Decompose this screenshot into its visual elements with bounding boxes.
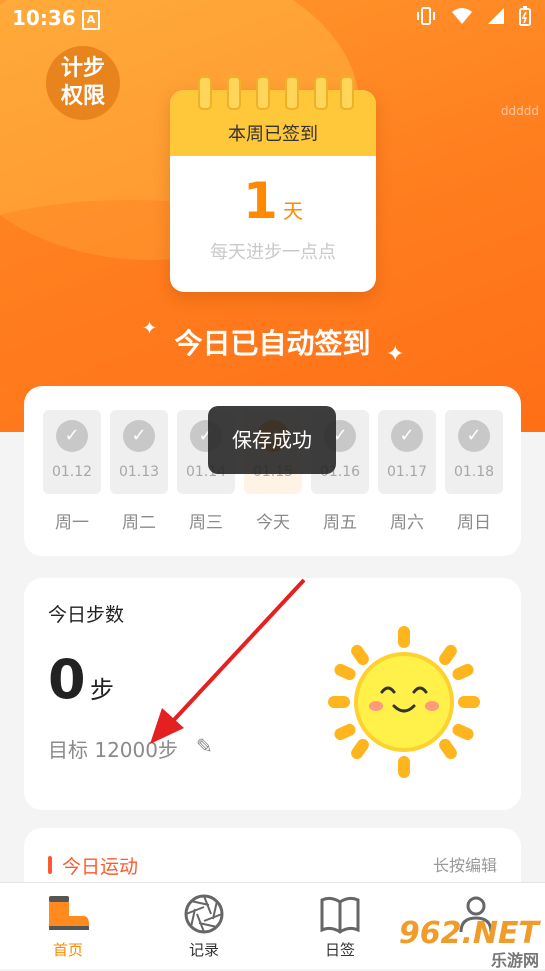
aperture-icon: [184, 894, 224, 934]
edit-pencil-icon[interactable]: ✎: [196, 734, 213, 758]
calendar-ring-icon: [340, 76, 354, 110]
battery-icon: [519, 6, 531, 26]
check-icon: ✓: [56, 420, 88, 452]
day-cell[interactable]: ✓ 01.13: [110, 410, 168, 494]
signin-calendar-card: 本周已签到 1 天 每天进步一点点: [170, 76, 376, 292]
long-press-edit-hint[interactable]: 长按编辑: [433, 852, 497, 876]
signed-days-count: 1: [243, 172, 278, 230]
steps-unit: 步: [90, 676, 114, 704]
weekday-label: 周三: [189, 513, 223, 533]
auto-signed-text: 今日已自动签到: [174, 327, 371, 360]
app-notification-icon: A: [82, 10, 100, 30]
day-cell[interactable]: ✓ 01.12: [43, 410, 101, 494]
sport-title: 今日运动: [62, 856, 139, 878]
nav-label: 首页: [52, 941, 83, 959]
status-icons: [415, 6, 531, 26]
watermark-brand: 962.NET: [398, 916, 539, 951]
calendar-ring-icon: [285, 76, 299, 110]
day-date: 01.13: [118, 464, 160, 480]
weekday-label: 周二: [122, 513, 156, 533]
check-icon: ✓: [123, 420, 155, 452]
steps-title: 今日步数: [48, 604, 125, 626]
nav-item-home[interactable]: 首页: [28, 891, 108, 960]
weekday-label: 周五: [323, 513, 357, 533]
nav-label: 记录: [188, 941, 219, 959]
step-permission-button[interactable]: 计步 权限: [46, 46, 120, 120]
toast-message: 保存成功: [208, 406, 336, 474]
nav-label: 日签: [324, 941, 355, 959]
watermark-logo: 962.NET 乐游网: [399, 916, 539, 971]
corner-faint-text: ddddd: [500, 104, 539, 118]
sun-icon: [328, 626, 480, 778]
check-icon: ✓: [458, 420, 490, 452]
permission-label: 计步 权限: [60, 56, 105, 109]
steps-goal[interactable]: 目标 12000步: [48, 734, 178, 763]
day-date: 01.12: [51, 464, 93, 480]
section-accent-bar: [48, 856, 52, 874]
sparkle-icon: ✦: [386, 342, 405, 367]
calendar-ring-icon: [227, 76, 241, 110]
status-bar: 10:36 A: [0, 0, 545, 36]
weekday-label: 周一: [55, 513, 89, 533]
today-steps-card: 今日步数 0 步 目标 12000步 ✎: [24, 578, 521, 810]
weekday-label: 今天: [256, 513, 290, 533]
slogan: 每天进步一点点: [210, 242, 336, 263]
weekday-label: 周六: [390, 513, 424, 533]
day-cell[interactable]: ✓ 01.17: [378, 410, 436, 494]
weekday-label: 周日: [457, 513, 491, 533]
check-icon: ✓: [391, 420, 423, 452]
steps-count: 0: [48, 648, 86, 711]
sparkle-icon: ✦: [142, 318, 158, 339]
nav-item-record[interactable]: 记录: [164, 891, 244, 960]
signal-icon: [488, 8, 504, 24]
book-icon: [320, 896, 360, 934]
calendar-ring-icon: [198, 76, 212, 110]
boot-icon: [49, 896, 89, 930]
status-time: 10:36: [12, 6, 76, 30]
calendar-ring-icon: [256, 76, 270, 110]
day-date: 01.17: [386, 464, 428, 480]
day-date: 01.18: [453, 464, 495, 480]
calendar-ring-icon: [314, 76, 328, 110]
vibrate-icon: [417, 7, 435, 25]
day-cell[interactable]: ✓ 01.18: [445, 410, 503, 494]
nav-item-daily-sign[interactable]: 日签: [300, 891, 380, 960]
calendar-title: 本周已签到: [228, 124, 318, 145]
wifi-icon: [452, 8, 472, 24]
signed-days-unit: 天: [282, 199, 303, 223]
signed-days: 1 天: [170, 172, 376, 230]
